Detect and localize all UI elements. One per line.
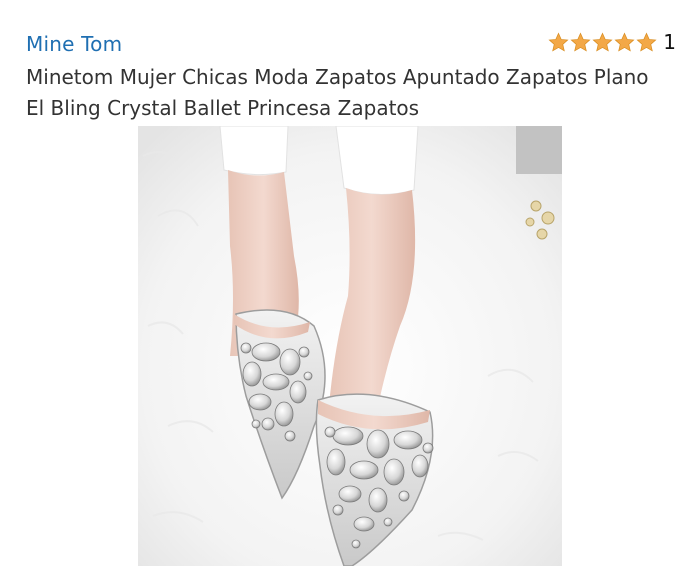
shoe-photo-icon — [138, 126, 562, 566]
product-title[interactable]: Minetom Mujer Chicas Moda Zapatos Apunta… — [26, 62, 666, 124]
star-icon — [614, 32, 635, 52]
product-image[interactable] — [138, 126, 562, 566]
star-icon — [636, 32, 657, 52]
brand-link[interactable]: Mine Tom — [26, 32, 122, 56]
star-icon — [548, 32, 569, 52]
star-icon — [570, 32, 591, 52]
star-icon — [592, 32, 613, 52]
star-rating[interactable]: 1 — [548, 30, 676, 54]
rating-count: 1 — [663, 30, 676, 54]
star-row — [548, 32, 657, 53]
